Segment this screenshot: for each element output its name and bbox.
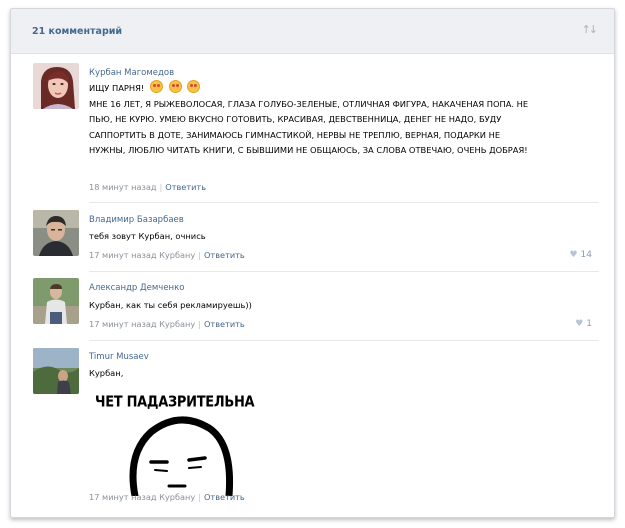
heart-eyes-emoji-icon — [149, 80, 163, 93]
like-count: 1 — [586, 319, 592, 329]
comment-time[interactable]: 18 минут назад — [89, 182, 157, 192]
comment-author[interactable]: Курбан Магомедов — [89, 68, 174, 78]
comment-author[interactable]: Timur Musaev — [89, 352, 149, 362]
divider — [89, 202, 599, 203]
comment-text: Курбан, как ты себя рекламируешь)) — [89, 300, 252, 310]
comment-text: Курбан, — [89, 368, 124, 378]
comment-text: ИЩУ ПАРНЯ! МНЕ 16 ЛЕТ, Я РЫЖЕВОЛОСАЯ, ГЛ… — [89, 80, 539, 159]
comment-body: МНЕ 16 ЛЕТ, Я РЫЖЕВОЛОСАЯ, ГЛАЗА ГОЛУБО-… — [89, 98, 529, 156]
reply-link[interactable]: Ответить — [165, 182, 206, 192]
avatar[interactable] — [33, 210, 79, 256]
sort-arrows-icon[interactable]: ↑↓ — [582, 23, 599, 36]
like-button[interactable]: ♥ 14 — [569, 250, 592, 260]
comment-text: тебя зовут Курбан, очнись — [89, 231, 206, 241]
heart-icon: ♥ — [575, 319, 584, 329]
comment-meta: 17 минут назад Курбану | Ответить — [89, 250, 245, 260]
reply-link[interactable]: Ответить — [204, 319, 245, 329]
comment-author[interactable]: Александр Демченко — [89, 283, 184, 293]
avatar[interactable] — [33, 278, 79, 324]
divider — [89, 271, 599, 272]
comment-time[interactable]: 17 минут назад Курбану — [89, 319, 195, 329]
comment-time[interactable]: 17 минут назад Курбану — [89, 492, 195, 502]
comment-first-line: ИЩУ ПАРНЯ! — [89, 83, 145, 93]
comment-meta: 17 минут назад Курбану | Ответить — [89, 319, 245, 329]
reply-link[interactable]: Ответить — [204, 250, 245, 260]
comments-panel: 21 комментарий ↑↓ Курбан Магомедов ИЩУ П… — [10, 8, 615, 518]
avatar[interactable] — [33, 63, 79, 109]
heart-eyes-emoji-icon — [168, 80, 182, 93]
like-button[interactable]: ♥ 1 — [575, 319, 592, 329]
heart-icon: ♥ — [569, 250, 578, 260]
avatar[interactable] — [33, 348, 79, 394]
suspicious-face-meme-image — [129, 416, 234, 496]
comment-meta: 18 минут назад | Ответить — [89, 182, 207, 192]
meme-caption: ЧЕТ ПАДАЗРИТЕЛЬНА — [95, 393, 255, 412]
comment-meta: 17 минут назад Курбану | Ответить — [89, 492, 245, 502]
divider — [89, 340, 599, 341]
comments-header: 21 комментарий ↑↓ — [11, 9, 614, 54]
comment-author[interactable]: Владимир Базарбаев — [89, 215, 184, 225]
like-count: 14 — [580, 250, 592, 260]
comments-count-title[interactable]: 21 комментарий — [32, 26, 122, 37]
comment-time[interactable]: 17 минут назад Курбану — [89, 250, 195, 260]
heart-eyes-emoji-icon — [187, 80, 201, 93]
reply-link[interactable]: Ответить — [204, 492, 245, 502]
